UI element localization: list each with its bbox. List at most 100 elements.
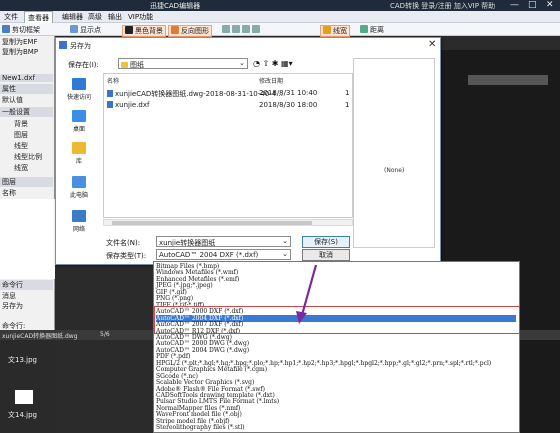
cmd-header: 命令行 <box>0 280 53 290</box>
copy-bmp-item[interactable]: 复制为BMP <box>2 47 38 57</box>
props-header: 属性 <box>0 84 53 94</box>
minimize-button[interactable]: — <box>510 0 519 10</box>
nav-label: 库 <box>75 158 82 165</box>
file-date: 2018/8/30 18:00 <box>259 101 318 109</box>
chevron-down-icon: ⌄ <box>282 237 288 245</box>
filename-input[interactable]: xunjie转换器图纸 ⌄ <box>156 236 291 247</box>
nav-this-pc[interactable]: 此电脑 <box>59 176 99 199</box>
toolbar-label: 线宽 <box>333 27 347 35</box>
computer-icon <box>72 176 86 188</box>
nav-label: 网络 <box>72 226 85 233</box>
file-thumbnail[interactable] <box>15 390 33 404</box>
layer-header: 图层 <box>0 177 53 187</box>
nav-quick-access[interactable]: 快速访问 <box>59 78 99 101</box>
scrollbar-thumb[interactable] <box>112 221 312 225</box>
column-date[interactable]: 修改日期 <box>259 76 283 85</box>
toolbar-label: 反向图形 <box>181 27 209 35</box>
drawing-tab-bar <box>468 75 548 85</box>
nav-desktop[interactable]: 桌面 <box>59 110 99 133</box>
title-bar: 迅捷CAD编辑器 CAD转换 登录/注册 加入VIP 帮助 — □ ✕ <box>0 0 560 11</box>
chevron-down-icon: ⌄ <box>282 250 288 258</box>
maximize-button[interactable]: □ <box>528 0 537 10</box>
toolbar-label: 剪切框架 <box>12 26 40 34</box>
filetype-select[interactable]: AutoCAD™ 2004 DXF (*.dxf) ⌄ <box>156 249 291 260</box>
prop-layer[interactable]: 图层 <box>14 130 28 140</box>
save-button[interactable]: 保存(S) <box>302 236 350 248</box>
invert-icon <box>171 26 179 34</box>
save-in-select[interactable]: 图纸 ⌄ <box>118 58 248 69</box>
file-extra: 1 <box>345 101 350 109</box>
cmd-saveas: 另存为 <box>2 302 23 310</box>
menu-file[interactable]: 文件 <box>4 12 18 22</box>
toolbar-black-bg[interactable]: 黑色背景 <box>122 25 166 37</box>
toolbar-invert[interactable]: 反向图形 <box>168 25 212 37</box>
toolbar-label: 距离 <box>370 26 384 34</box>
close-window-button[interactable]: ✕ <box>546 0 554 10</box>
zoom-icon <box>222 25 230 33</box>
toolbar-label: 黑色背景 <box>135 27 163 35</box>
column-name[interactable]: 名称 <box>107 76 119 85</box>
title-right-links[interactable]: CAD转换 登录/注册 加入VIP 帮助 <box>390 1 495 11</box>
nav-label: 桌面 <box>72 126 85 133</box>
dialog-close-button[interactable]: ✕ <box>428 39 436 50</box>
file-row[interactable]: xunjieCAD转换器图纸.dwg-2018-08-31-10-40-4... <box>107 89 283 99</box>
filename-label: 文件名(N): <box>106 239 141 247</box>
file-thumb-label[interactable]: 文13.jpg <box>8 355 37 365</box>
menu-advanced[interactable]: 高级 <box>88 12 102 22</box>
file-list[interactable]: 名称 修改日期 xunjieCAD转换器图纸.dwg-2018-08-31-10… <box>103 73 353 218</box>
layer-list-area <box>0 199 55 279</box>
file-name: xunjie.dxf <box>115 101 150 109</box>
filename-value: xunjie转换器图纸 <box>159 239 216 247</box>
filetype-option[interactable]: Stereolithography files (*.stl) <box>156 424 245 431</box>
prop-linetype[interactable]: 线型 <box>14 141 28 151</box>
desktop-icon <box>72 110 86 122</box>
file-list-title: xunjieCAD转换器图纸.dwg <box>2 333 78 340</box>
horizontal-scrollbar[interactable] <box>103 219 353 226</box>
nav-library[interactable]: 库 <box>59 142 99 165</box>
prop-general: 一般设置 <box>0 107 53 117</box>
points-icon <box>70 25 78 33</box>
menu-editor[interactable]: 编辑器 <box>62 12 83 22</box>
layer-name: 名称 <box>2 189 16 197</box>
ruler-icon <box>360 25 368 33</box>
file-icon <box>107 90 113 97</box>
nav-network[interactable]: 网络 <box>59 210 99 233</box>
app-title: 迅捷CAD编辑器 <box>150 2 201 10</box>
copy-emf-item[interactable]: 复制为EMF <box>2 37 38 47</box>
black-bg-icon <box>125 26 133 34</box>
toolbar-lineweight[interactable]: 线宽 <box>320 25 350 37</box>
cancel-button[interactable]: 取消 <box>302 249 350 261</box>
filetype-label: 保存类型(T): <box>106 252 147 260</box>
toolbar-clip-frame[interactable]: 剪切框架 <box>2 25 40 35</box>
file-icon <box>107 101 113 108</box>
doc-tab[interactable]: New1.dxf <box>0 74 53 82</box>
menu-vip[interactable]: VIP功能 <box>128 12 153 22</box>
toolbar-label: 显示点 <box>80 26 101 34</box>
folder-nav-icons[interactable]: ◔ ⇧ ✱ ▦▾ <box>253 59 293 68</box>
filetype-dropdown[interactable]: Bitmap Files (*.bmp) Windows Metafiles (*… <box>153 261 520 433</box>
arrow-annotation <box>296 264 318 324</box>
file-thumb-label[interactable]: 文14.jpg <box>8 410 37 420</box>
prop-background[interactable]: 背景 <box>14 119 28 129</box>
prop-ltscale[interactable]: 线型比例 <box>14 152 42 162</box>
lineweight-icon <box>323 26 331 34</box>
cmd-message: 消息 <box>2 292 16 300</box>
file-row[interactable]: xunjie.dxf <box>107 101 150 109</box>
network-icon <box>72 210 86 222</box>
dialog-title: 另存为 <box>70 42 91 50</box>
file-list-count: 5/6 <box>100 331 110 338</box>
menu-output[interactable]: 输出 <box>108 12 122 22</box>
folder-icon <box>121 62 128 68</box>
file-extra: 1 <box>345 89 350 97</box>
file-date: 2018/8/31 10:40 <box>259 89 318 97</box>
save-as-dialog: 另存为 ✕ 保存在(I): 图纸 ⌄ ◔ ⇧ ✱ ▦▾ 快速访问 桌面 库 此电… <box>55 37 441 265</box>
nav-label: 此电脑 <box>69 192 88 199</box>
prop-lineweight[interactable]: 线宽 <box>14 163 28 173</box>
toolbar-zoom-tools[interactable] <box>222 25 262 34</box>
zoom-out-icon <box>232 25 240 33</box>
arrow-shaft <box>300 264 318 316</box>
toolbar-show-points[interactable]: 显示点 <box>70 25 101 35</box>
toolbar-distance[interactable]: 距离 <box>360 25 384 35</box>
file-name: xunjieCAD转换器图纸.dwg-2018-08-31-10-40-4... <box>115 90 283 98</box>
star-icon <box>72 78 86 90</box>
